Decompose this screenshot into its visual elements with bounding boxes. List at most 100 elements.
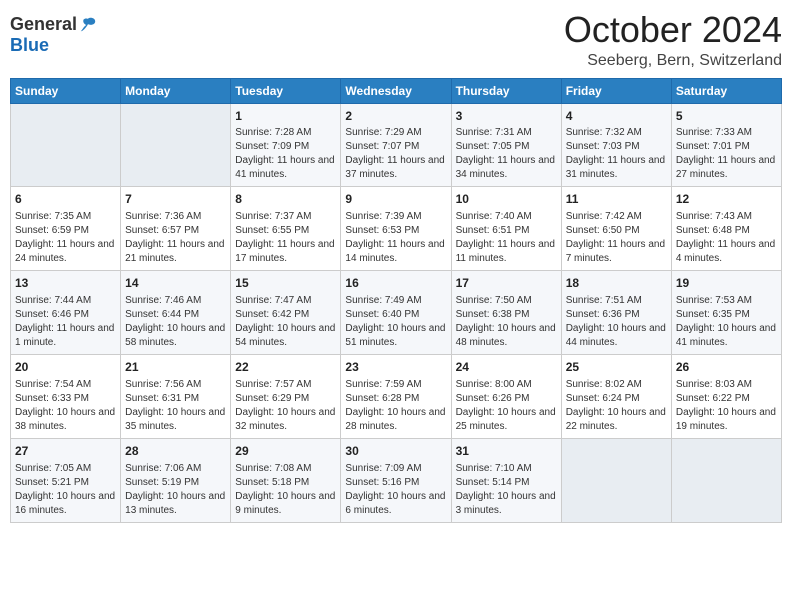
day-number: 28 (125, 443, 226, 460)
day-number: 4 (566, 108, 667, 125)
calendar-cell: 30 Sunrise: 7:09 AMSunset: 5:16 PMDayligh… (341, 438, 451, 522)
calendar-cell: 29Sunrise: 7:08 AMSunset: 5:18 PMDayligh… (231, 438, 341, 522)
logo-general: General (10, 14, 77, 35)
header-tuesday: Tuesday (231, 78, 341, 103)
cell-detail: Sunrise: 7:57 AMSunset: 6:29 PMDaylight:… (235, 378, 336, 434)
calendar-cell: 31 Sunrise: 7:10 AMSunset: 5:14 PMDayligh… (451, 438, 561, 522)
day-number: 10 (456, 191, 557, 208)
header-wednesday: Wednesday (341, 78, 451, 103)
header-sunday: Sunday (11, 78, 121, 103)
calendar-cell: 2Sunrise: 7:29 AMSunset: 7:07 PMDaylight… (341, 103, 451, 187)
cell-detail: Sunrise: 7:29 AMSunset: 7:07 PMDaylight:… (345, 126, 446, 182)
day-number: 30 (345, 443, 446, 460)
calendar-cell (121, 103, 231, 187)
calendar-cell: 10 Sunrise: 7:40 AMSunset: 6:51 PMDayligh… (451, 187, 561, 271)
cell-detail: Sunrise: 7:06 AMSunset: 5:19 PMDaylight:… (125, 462, 226, 518)
calendar-cell: 18Sunrise: 7:51 AMSunset: 6:36 PMDayligh… (561, 271, 671, 355)
cell-detail: Sunrise: 7:51 AMSunset: 6:36 PMDaylight:… (566, 294, 667, 350)
calendar-cell: 26Sunrise: 8:03 AMSunset: 6:22 PMDayligh… (671, 354, 781, 438)
calendar-cell: 23 Sunrise: 7:59 AMSunset: 6:28 PMDayligh… (341, 354, 451, 438)
cell-detail: Sunrise: 7:09 AMSunset: 5:16 PMDaylight:… (345, 462, 446, 518)
day-number: 13 (15, 275, 116, 292)
cell-detail: Sunrise: 7:44 AMSunset: 6:46 PMDaylight:… (15, 294, 116, 350)
header-saturday: Saturday (671, 78, 781, 103)
cell-detail: Sunrise: 7:42 AMSunset: 6:50 PMDaylight:… (566, 210, 667, 266)
calendar-cell (561, 438, 671, 522)
cell-detail: Sunrise: 7:59 AMSunset: 6:28 PMDaylight:… (345, 378, 446, 434)
day-number: 23 (345, 359, 446, 376)
day-number: 24 (456, 359, 557, 376)
day-number: 16 (345, 275, 446, 292)
day-number: 31 (456, 443, 557, 460)
cell-detail: Sunrise: 7:53 AMSunset: 6:35 PMDaylight:… (676, 294, 777, 350)
cell-detail: Sunrise: 8:00 AMSunset: 6:26 PMDaylight:… (456, 378, 557, 434)
day-number: 26 (676, 359, 777, 376)
cell-detail: Sunrise: 7:43 AMSunset: 6:48 PMDaylight:… (676, 210, 777, 266)
day-number: 17 (456, 275, 557, 292)
calendar-cell: 21 Sunrise: 7:56 AMSunset: 6:31 PMDayligh… (121, 354, 231, 438)
day-number: 22 (235, 359, 336, 376)
cell-detail: Sunrise: 7:40 AMSunset: 6:51 PMDaylight:… (456, 210, 557, 266)
cell-detail: Sunrise: 7:35 AMSunset: 6:59 PMDaylight:… (15, 210, 116, 266)
day-number: 1 (235, 108, 336, 125)
calendar-cell: 24 Sunrise: 8:00 AMSunset: 6:26 PMDayligh… (451, 354, 561, 438)
day-number: 8 (235, 191, 336, 208)
day-number: 5 (676, 108, 777, 125)
cell-detail: Sunrise: 7:05 AMSunset: 5:21 PMDaylight:… (15, 462, 116, 518)
calendar-cell: 25 Sunrise: 8:02 AMSunset: 6:24 PMDayligh… (561, 354, 671, 438)
day-number: 27 (15, 443, 116, 460)
cell-detail: Sunrise: 8:02 AMSunset: 6:24 PMDaylight:… (566, 378, 667, 434)
calendar-cell: 22 Sunrise: 7:57 AMSunset: 6:29 PMDayligh… (231, 354, 341, 438)
calendar-week-row: 1Sunrise: 7:28 AMSunset: 7:09 PMDaylight… (11, 103, 782, 187)
cell-detail: Sunrise: 7:36 AMSunset: 6:57 PMDaylight:… (125, 210, 226, 266)
cell-detail: Sunrise: 7:47 AMSunset: 6:42 PMDaylight:… (235, 294, 336, 350)
calendar-cell: 6 Sunrise: 7:35 AMSunset: 6:59 PMDaylight… (11, 187, 121, 271)
day-number: 20 (15, 359, 116, 376)
calendar-cell (11, 103, 121, 187)
day-number: 25 (566, 359, 667, 376)
calendar-week-row: 6 Sunrise: 7:35 AMSunset: 6:59 PMDaylight… (11, 187, 782, 271)
calendar-cell: 12 Sunrise: 7:43 AMSunset: 6:48 PMDayligh… (671, 187, 781, 271)
cell-detail: Sunrise: 7:50 AMSunset: 6:38 PMDaylight:… (456, 294, 557, 350)
day-number: 7 (125, 191, 226, 208)
day-number: 12 (676, 191, 777, 208)
day-number: 15 (235, 275, 336, 292)
calendar-cell: 8 Sunrise: 7:37 AMSunset: 6:55 PMDaylight… (231, 187, 341, 271)
calendar-cell: 14 Sunrise: 7:46 AMSunset: 6:44 PMDayligh… (121, 271, 231, 355)
cell-detail: Sunrise: 7:32 AMSunset: 7:03 PMDaylight:… (566, 126, 667, 182)
calendar-cell: 20Sunrise: 7:54 AMSunset: 6:33 PMDayligh… (11, 354, 121, 438)
calendar-week-row: 20Sunrise: 7:54 AMSunset: 6:33 PMDayligh… (11, 354, 782, 438)
day-number: 2 (345, 108, 446, 125)
location-subtitle: Seeberg, Bern, Switzerland (564, 52, 782, 70)
calendar-week-row: 27 Sunrise: 7:05 AMSunset: 5:21 PMDayligh… (11, 438, 782, 522)
cell-detail: Sunrise: 7:37 AMSunset: 6:55 PMDaylight:… (235, 210, 336, 266)
calendar-cell: 3Sunrise: 7:31 AMSunset: 7:05 PMDaylight… (451, 103, 561, 187)
day-number: 6 (15, 191, 116, 208)
day-number: 14 (125, 275, 226, 292)
cell-detail: Sunrise: 7:49 AMSunset: 6:40 PMDaylight:… (345, 294, 446, 350)
header-monday: Monday (121, 78, 231, 103)
header-thursday: Thursday (451, 78, 561, 103)
calendar-cell: 15 Sunrise: 7:47 AMSunset: 6:42 PMDayligh… (231, 271, 341, 355)
calendar-cell: 4Sunrise: 7:32 AMSunset: 7:03 PMDaylight… (561, 103, 671, 187)
calendar-cell (671, 438, 781, 522)
logo-blue: Blue (10, 35, 49, 55)
calendar-cell: 5Sunrise: 7:33 AMSunset: 7:01 PMDaylight… (671, 103, 781, 187)
calendar-cell: 17 Sunrise: 7:50 AMSunset: 6:38 PMDayligh… (451, 271, 561, 355)
day-number: 11 (566, 191, 667, 208)
cell-detail: Sunrise: 7:56 AMSunset: 6:31 PMDaylight:… (125, 378, 226, 434)
calendar-cell: 9Sunrise: 7:39 AMSunset: 6:53 PMDaylight… (341, 187, 451, 271)
cell-detail: Sunrise: 7:28 AMSunset: 7:09 PMDaylight:… (235, 126, 336, 182)
day-number: 21 (125, 359, 226, 376)
calendar-cell: 27 Sunrise: 7:05 AMSunset: 5:21 PMDayligh… (11, 438, 121, 522)
header-friday: Friday (561, 78, 671, 103)
calendar-cell: 16 Sunrise: 7:49 AMSunset: 6:40 PMDayligh… (341, 271, 451, 355)
logo: General Blue (10, 10, 97, 56)
month-title: October 2024 (564, 10, 782, 50)
cell-detail: Sunrise: 7:39 AMSunset: 6:53 PMDaylight:… (345, 210, 446, 266)
cell-detail: Sunrise: 7:08 AMSunset: 5:18 PMDaylight:… (235, 462, 336, 518)
cell-detail: Sunrise: 7:46 AMSunset: 6:44 PMDaylight:… (125, 294, 226, 350)
cell-detail: Sunrise: 7:10 AMSunset: 5:14 PMDaylight:… (456, 462, 557, 518)
calendar-cell: 1Sunrise: 7:28 AMSunset: 7:09 PMDaylight… (231, 103, 341, 187)
page-header: General Blue October 2024 Seeberg, Bern,… (10, 10, 782, 70)
